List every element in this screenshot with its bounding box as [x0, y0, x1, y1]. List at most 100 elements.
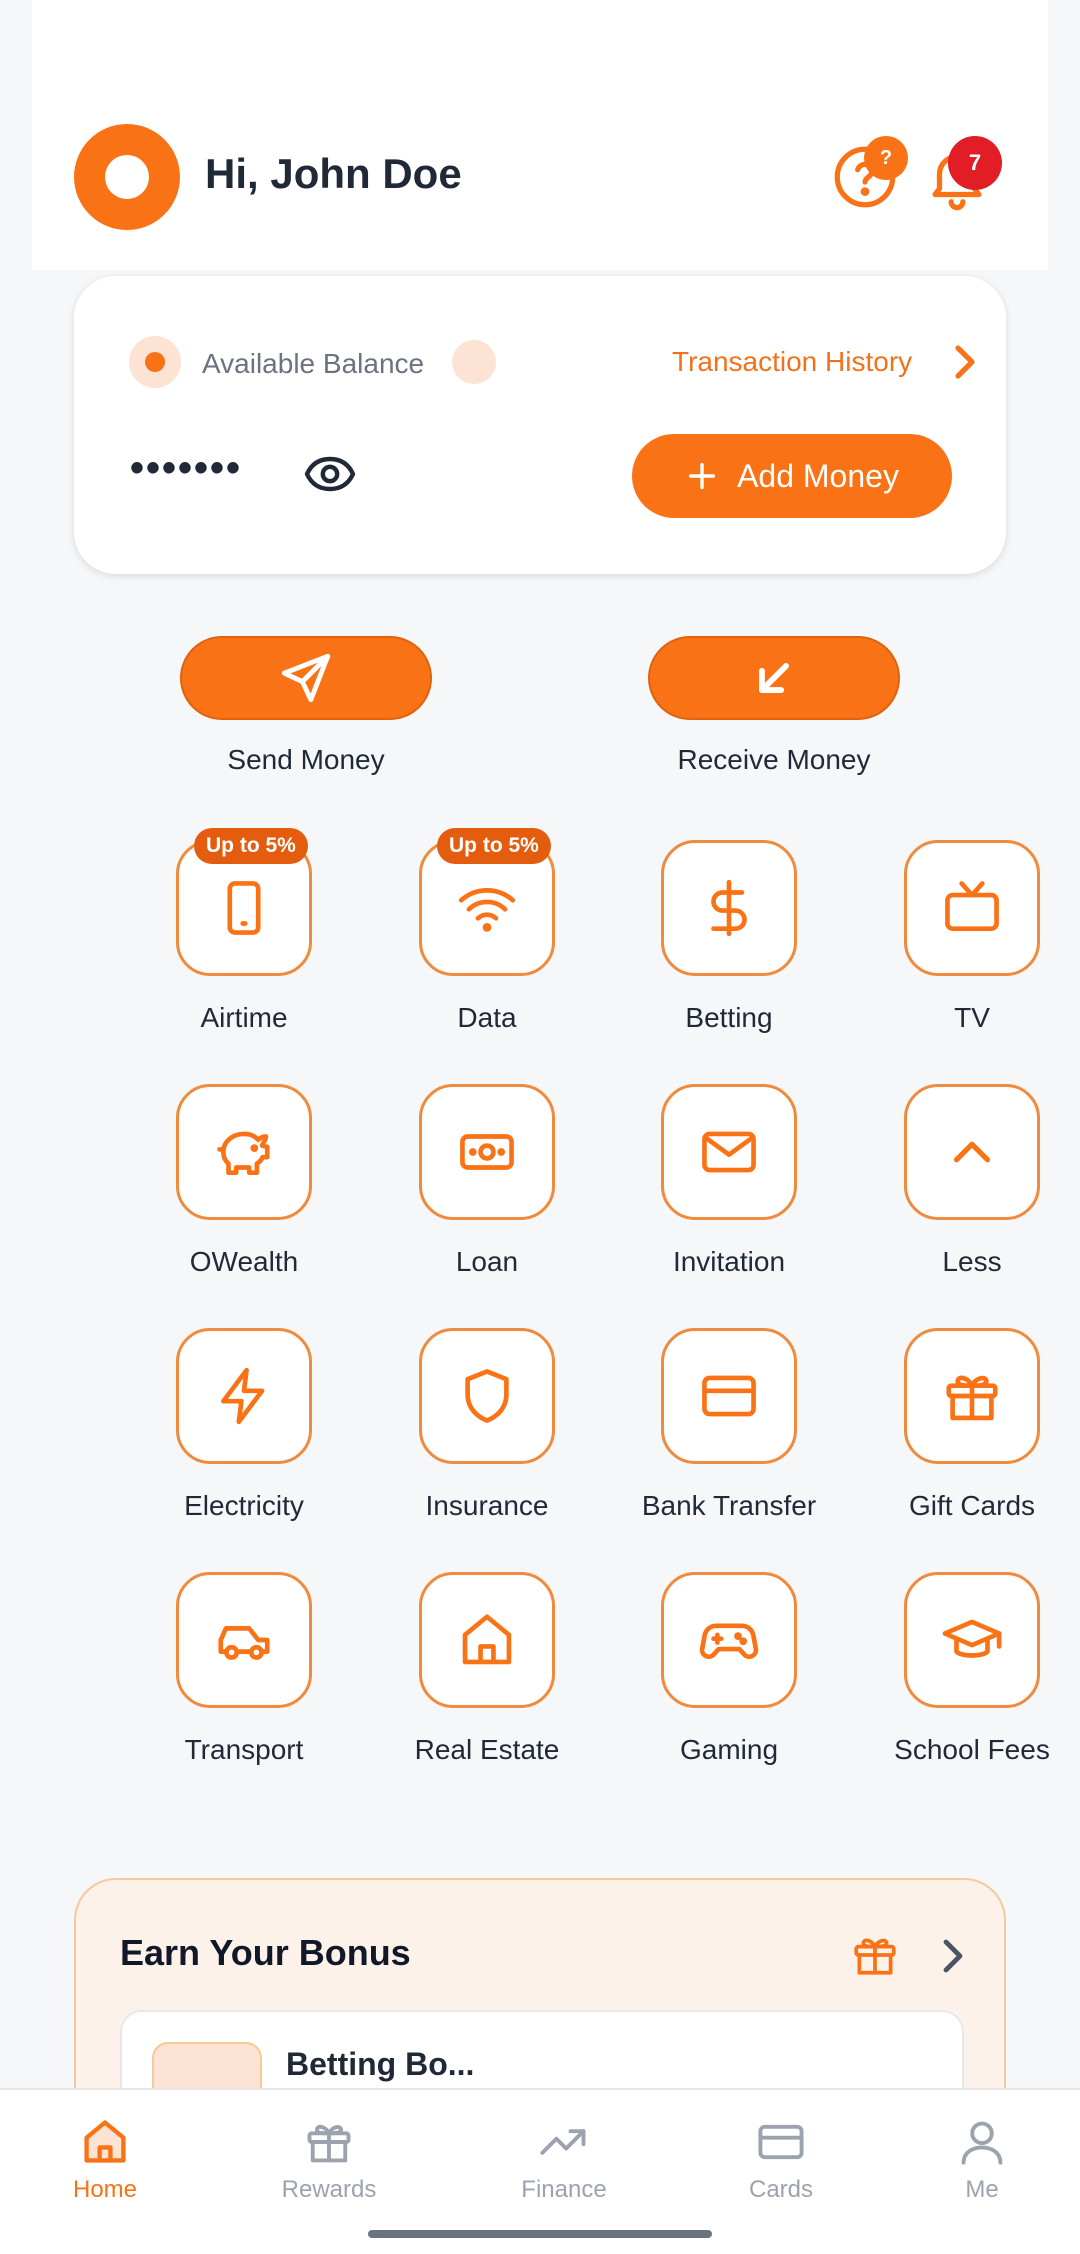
service-tile[interactable]: [176, 1084, 312, 1220]
service-electricity[interactable]: Electricity: [130, 1328, 350, 1528]
add-money-label: Add Money: [737, 457, 899, 494]
balance-card: Available Balance Transaction History ••…: [74, 276, 1006, 574]
service-label: TV: [954, 1002, 990, 1033]
balance-secondary-dot: [452, 340, 496, 384]
service-label: OWealth: [189, 1246, 299, 1277]
promo-badge: Up to 5%: [437, 828, 551, 864]
service-label: Airtime: [200, 1002, 288, 1033]
greeting-text: Hi, John Doe: [205, 150, 462, 197]
shield-icon: [465, 1369, 509, 1423]
service-owealth[interactable]: OWealth: [130, 1084, 350, 1284]
service-school-fees[interactable]: School Fees: [858, 1572, 1078, 1772]
service-label: Betting: [685, 1002, 773, 1033]
service-bank-transfer[interactable]: Bank Transfer: [615, 1328, 835, 1528]
receive-money-button[interactable]: [648, 636, 900, 720]
app-header: [32, 0, 1048, 270]
promo-badge: Up to 5%: [194, 828, 308, 864]
gift-icon: [946, 1375, 998, 1421]
service-label: Data: [457, 1002, 517, 1033]
lightning-icon: [221, 1367, 265, 1425]
service-label: Real Estate: [414, 1734, 560, 1765]
tab-label: Cards: [748, 2176, 814, 2203]
eye-icon[interactable]: [304, 454, 356, 494]
service-real-estate[interactable]: Real Estate: [373, 1572, 593, 1772]
tab-rewards[interactable]: Rewards: [249, 2116, 409, 2216]
earn-bonus-card[interactable]: Earn Your Bonus Betting Bo...: [74, 1878, 1006, 2088]
service-label: Insurance: [425, 1490, 549, 1521]
service-tv[interactable]: TV: [858, 840, 1078, 1040]
service-tile[interactable]: [661, 1084, 797, 1220]
service-tile[interactable]: [419, 1084, 555, 1220]
user-icon: [961, 2121, 1003, 2165]
service-gaming[interactable]: Gaming: [615, 1572, 835, 1772]
tab-me[interactable]: Me: [902, 2116, 1062, 2216]
tab-label: Home: [72, 2176, 138, 2203]
service-tile[interactable]: [661, 1328, 797, 1464]
service-transport[interactable]: Transport: [130, 1572, 350, 1772]
service-label: School Fees: [894, 1734, 1050, 1765]
send-money-label: Send Money: [227, 744, 385, 775]
service-tile[interactable]: [904, 1328, 1040, 1464]
wifi-icon: [458, 888, 516, 932]
service-label: Invitation: [672, 1246, 786, 1277]
tab-cards[interactable]: Cards: [701, 2116, 861, 2216]
tv-icon: [945, 881, 999, 931]
tab-label: Me: [965, 2176, 999, 2203]
tab-label: Rewards: [281, 2176, 377, 2203]
service-tile[interactable]: [904, 1572, 1040, 1708]
service-less[interactable]: Less: [858, 1084, 1078, 1284]
bonus-title: Earn Your Bonus: [120, 1932, 411, 1973]
graduation-cap-icon: [942, 1619, 1002, 1658]
service-tile[interactable]: [176, 1572, 312, 1708]
card-icon: [758, 2124, 804, 2160]
service-label: Gaming: [679, 1734, 779, 1765]
tab-finance[interactable]: Finance: [484, 2116, 644, 2216]
home-indicator: [368, 2230, 712, 2238]
service-label: Gift Cards: [908, 1490, 1036, 1521]
service-tile[interactable]: [419, 1572, 555, 1708]
service-label: Transport: [184, 1734, 304, 1765]
service-invitation[interactable]: Invitation: [615, 1084, 835, 1284]
send-money-button[interactable]: [180, 636, 432, 720]
service-tile[interactable]: [661, 1572, 797, 1708]
balance-label: Available Balance: [202, 348, 425, 379]
service-label: Less: [942, 1246, 1002, 1277]
gift-icon: [307, 2124, 351, 2163]
transaction-history-link[interactable]: Transaction History: [672, 346, 912, 378]
bonus-item-thumbnail: [152, 2042, 262, 2088]
bonus-item-title: Betting Bo...: [286, 2046, 475, 2082]
service-betting[interactable]: Betting: [615, 840, 835, 1040]
service-airtime[interactable]: Up to 5% Airtime: [130, 828, 350, 1040]
piggy-bank-icon: [217, 1131, 270, 1175]
chevron-up-icon: [953, 1141, 991, 1163]
service-insurance[interactable]: Insurance: [373, 1328, 593, 1528]
service-data[interactable]: Up to 5% Data: [373, 828, 593, 1040]
service-tile[interactable]: [176, 1328, 312, 1464]
tab-home[interactable]: Home: [25, 2116, 185, 2216]
service-tile[interactable]: [904, 840, 1040, 976]
cash-icon: [460, 1134, 514, 1170]
service-tile[interactable]: [661, 840, 797, 976]
receive-money-label: Receive Money: [677, 744, 871, 775]
tab-label: Finance: [521, 2176, 607, 2203]
car-icon: [218, 1626, 270, 1660]
gift-icon: [854, 1938, 896, 1975]
send-icon: [281, 653, 331, 703]
chevron-right-icon[interactable]: [950, 342, 978, 382]
chevron-right-icon[interactable]: [938, 1936, 966, 1976]
service-gift-cards[interactable]: Gift Cards: [858, 1328, 1078, 1528]
dollar-icon: [711, 879, 747, 937]
trending-up-icon: [540, 2129, 586, 2155]
card-icon: [702, 1375, 756, 1417]
add-money-button[interactable]: Add Money: [632, 434, 952, 518]
service-tile[interactable]: [419, 1328, 555, 1464]
service-label: Electricity: [184, 1490, 304, 1521]
home-icon: [84, 2120, 126, 2163]
help-badge: ?: [864, 136, 908, 180]
mail-icon: [702, 1131, 756, 1173]
avatar[interactable]: [74, 124, 180, 230]
bonus-item[interactable]: Betting Bo...: [120, 2010, 964, 2088]
service-tile[interactable]: [904, 1084, 1040, 1220]
service-loan[interactable]: Loan: [373, 1084, 593, 1284]
service-label: Loan: [455, 1246, 519, 1277]
